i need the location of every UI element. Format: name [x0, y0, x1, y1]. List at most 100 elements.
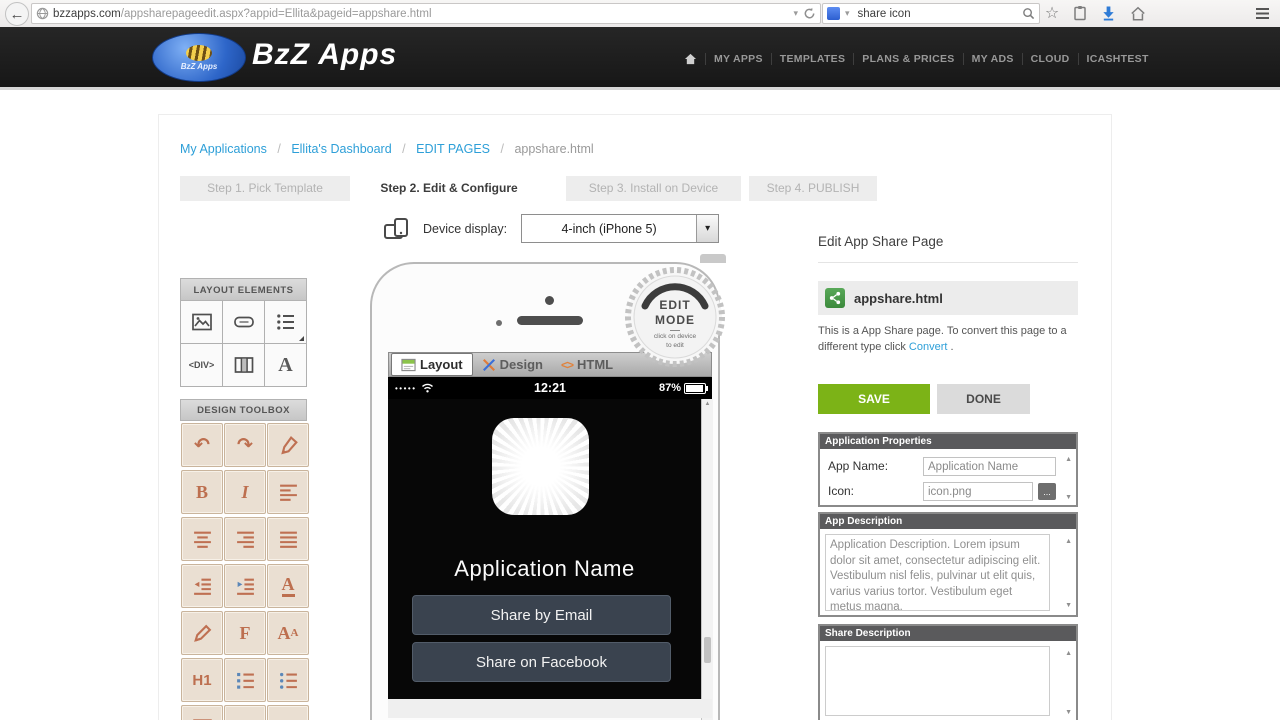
nav-my-apps[interactable]: MY APPS — [705, 53, 771, 65]
app-icon[interactable] — [492, 418, 589, 515]
element-button[interactable] — [223, 301, 264, 343]
nav-home-icon[interactable] — [676, 53, 705, 65]
desc-scroll-down-icon[interactable]: ▼ — [1065, 602, 1072, 609]
search-bar[interactable]: ▾ share icon — [822, 3, 1040, 24]
step-tabs: Step 1. Pick Template Step 2. Edit & Con… — [180, 176, 877, 201]
home-icon[interactable] — [1126, 2, 1150, 24]
h1-icon[interactable]: H1 — [181, 658, 223, 702]
crumb-dashboard[interactable]: Ellita's Dashboard — [291, 142, 391, 156]
back-button[interactable]: ← — [5, 2, 29, 26]
resize-handle — [299, 336, 304, 341]
power-button — [700, 254, 726, 263]
file-row: appshare.html — [818, 281, 1078, 315]
desc-scroll-up-icon[interactable]: ▲ — [1065, 538, 1072, 545]
nav-my-ads[interactable]: MY ADS — [962, 53, 1022, 65]
design-tab-icon — [482, 358, 496, 372]
element-columns[interactable] — [223, 344, 264, 386]
brand-title: BzZ Apps — [252, 38, 398, 71]
crumb-my-applications[interactable]: My Applications — [180, 142, 267, 156]
editor-scrollbar[interactable]: ▲ — [701, 399, 713, 720]
nav-cloud[interactable]: CLOUD — [1021, 53, 1078, 65]
url-dropdown-icon[interactable]: ▾ — [788, 8, 803, 19]
nav-plans-prices[interactable]: PLANS & PRICES — [853, 53, 962, 65]
layout-tab-icon — [401, 358, 416, 372]
search-go-icon[interactable] — [1022, 7, 1035, 20]
element-text[interactable]: A — [265, 344, 306, 386]
share-email-button[interactable]: Share by Email — [412, 595, 671, 635]
align-right-icon[interactable] — [224, 517, 266, 561]
tab-step3[interactable]: Step 3. Install on Device — [566, 176, 741, 201]
menu-icon[interactable] — [1250, 2, 1274, 24]
bold-icon[interactable]: B — [181, 470, 223, 514]
table-icon[interactable] — [181, 705, 223, 720]
tab-step2[interactable]: Step 2. Edit & Configure — [354, 176, 544, 201]
element-div[interactable]: <DIV> — [181, 344, 222, 386]
nav-icashtest[interactable]: ICASHTEST — [1077, 53, 1157, 65]
phone-screen[interactable]: Application Name Share by Email Share on… — [388, 399, 701, 699]
bookmark-star-icon[interactable]: ☆ — [1040, 2, 1064, 24]
outdent-icon[interactable] — [181, 564, 223, 608]
italic-icon[interactable]: I — [224, 470, 266, 514]
redo-icon[interactable]: ↷ — [224, 423, 266, 467]
app-description-field[interactable]: Application Description. Lorem ipsum dol… — [825, 534, 1050, 611]
tab-step4[interactable]: Step 4. PUBLISH — [749, 176, 877, 201]
paragraph-icon[interactable]: <P> — [224, 705, 266, 720]
unordered-list-icon[interactable] — [267, 658, 309, 702]
media-icon[interactable] — [267, 705, 309, 720]
tab-design[interactable]: Design — [473, 354, 552, 375]
url-host: bzzapps.com — [53, 7, 121, 20]
search-input[interactable]: share icon — [858, 8, 1022, 20]
tab-html[interactable]: <> HTML — [552, 354, 622, 375]
search-engine-icon[interactable] — [827, 7, 840, 20]
battery-icon — [684, 382, 708, 394]
bookmarks-menu-icon[interactable] — [1068, 2, 1092, 24]
element-list[interactable] — [265, 301, 306, 343]
props-scroll-down-icon[interactable]: ▼ — [1065, 494, 1072, 501]
justify-icon[interactable] — [267, 517, 309, 561]
convert-info: This is a App Share page. To convert thi… — [818, 325, 1067, 353]
ordered-list-icon[interactable] — [224, 658, 266, 702]
props-scroll-up-icon[interactable]: ▲ — [1065, 456, 1072, 463]
battery-percent: 87% — [658, 382, 681, 394]
url-bar[interactable]: bzzapps.com /appsharepageedit.aspx?appid… — [31, 3, 821, 24]
design-toolbox-title: DESIGN TOOLBOX — [180, 399, 307, 421]
share-description-field[interactable] — [825, 646, 1050, 716]
align-left-icon[interactable] — [267, 470, 309, 514]
reload-icon[interactable] — [803, 7, 816, 20]
font-size-icon[interactable]: AA — [267, 611, 309, 655]
save-button[interactable]: SAVE — [818, 384, 930, 414]
text-glyph: A — [278, 353, 293, 376]
marker-icon[interactable] — [267, 423, 309, 467]
font-icon[interactable]: F — [224, 611, 266, 655]
done-button[interactable]: DONE — [937, 384, 1030, 414]
breadcrumb: My Applications / Ellita's Dashboard / E… — [180, 142, 594, 156]
pen-icon[interactable] — [181, 611, 223, 655]
font-color-icon[interactable]: A — [267, 564, 309, 608]
undo-icon[interactable]: ↶ — [181, 423, 223, 467]
scroll-up-icon[interactable]: ▲ — [702, 401, 713, 407]
app-name-text[interactable]: Application Name — [388, 556, 701, 582]
nav-templates[interactable]: TEMPLATES — [770, 53, 854, 65]
app-description-panel: App Description Application Description.… — [818, 512, 1078, 617]
search-engine-dropdown-icon[interactable]: ▾ — [840, 8, 855, 19]
app-header: BzZ Apps BzZ Apps MY APPS TEMPLATES PLAN… — [0, 27, 1280, 90]
indent-icon[interactable] — [224, 564, 266, 608]
downloads-icon[interactable] — [1096, 2, 1120, 24]
device-display-select[interactable]: 4-inch (iPhone 5) ▾ — [521, 214, 720, 243]
convert-link[interactable]: Convert — [909, 341, 948, 353]
element-image[interactable] — [181, 301, 222, 343]
share-scroll-down-icon[interactable]: ▼ — [1065, 709, 1072, 716]
scroll-thumb[interactable] — [704, 637, 711, 663]
align-center-icon[interactable] — [181, 517, 223, 561]
app-name-field[interactable] — [923, 457, 1056, 476]
tab-layout[interactable]: Layout — [391, 353, 473, 376]
crumb-edit-pages[interactable]: EDIT PAGES — [416, 142, 490, 156]
select-dropdown-icon[interactable]: ▾ — [696, 215, 719, 242]
share-scroll-up-icon[interactable]: ▲ — [1065, 650, 1072, 657]
tab-step1[interactable]: Step 1. Pick Template — [180, 176, 350, 201]
browse-button[interactable]: ... — [1038, 483, 1056, 500]
share-facebook-button[interactable]: Share on Facebook — [412, 642, 671, 682]
icon-field[interactable] — [923, 482, 1033, 501]
device-display-row: Device display: 4-inch (iPhone 5) ▾ — [383, 214, 720, 243]
bzz-logo[interactable]: BzZ Apps — [152, 33, 246, 82]
